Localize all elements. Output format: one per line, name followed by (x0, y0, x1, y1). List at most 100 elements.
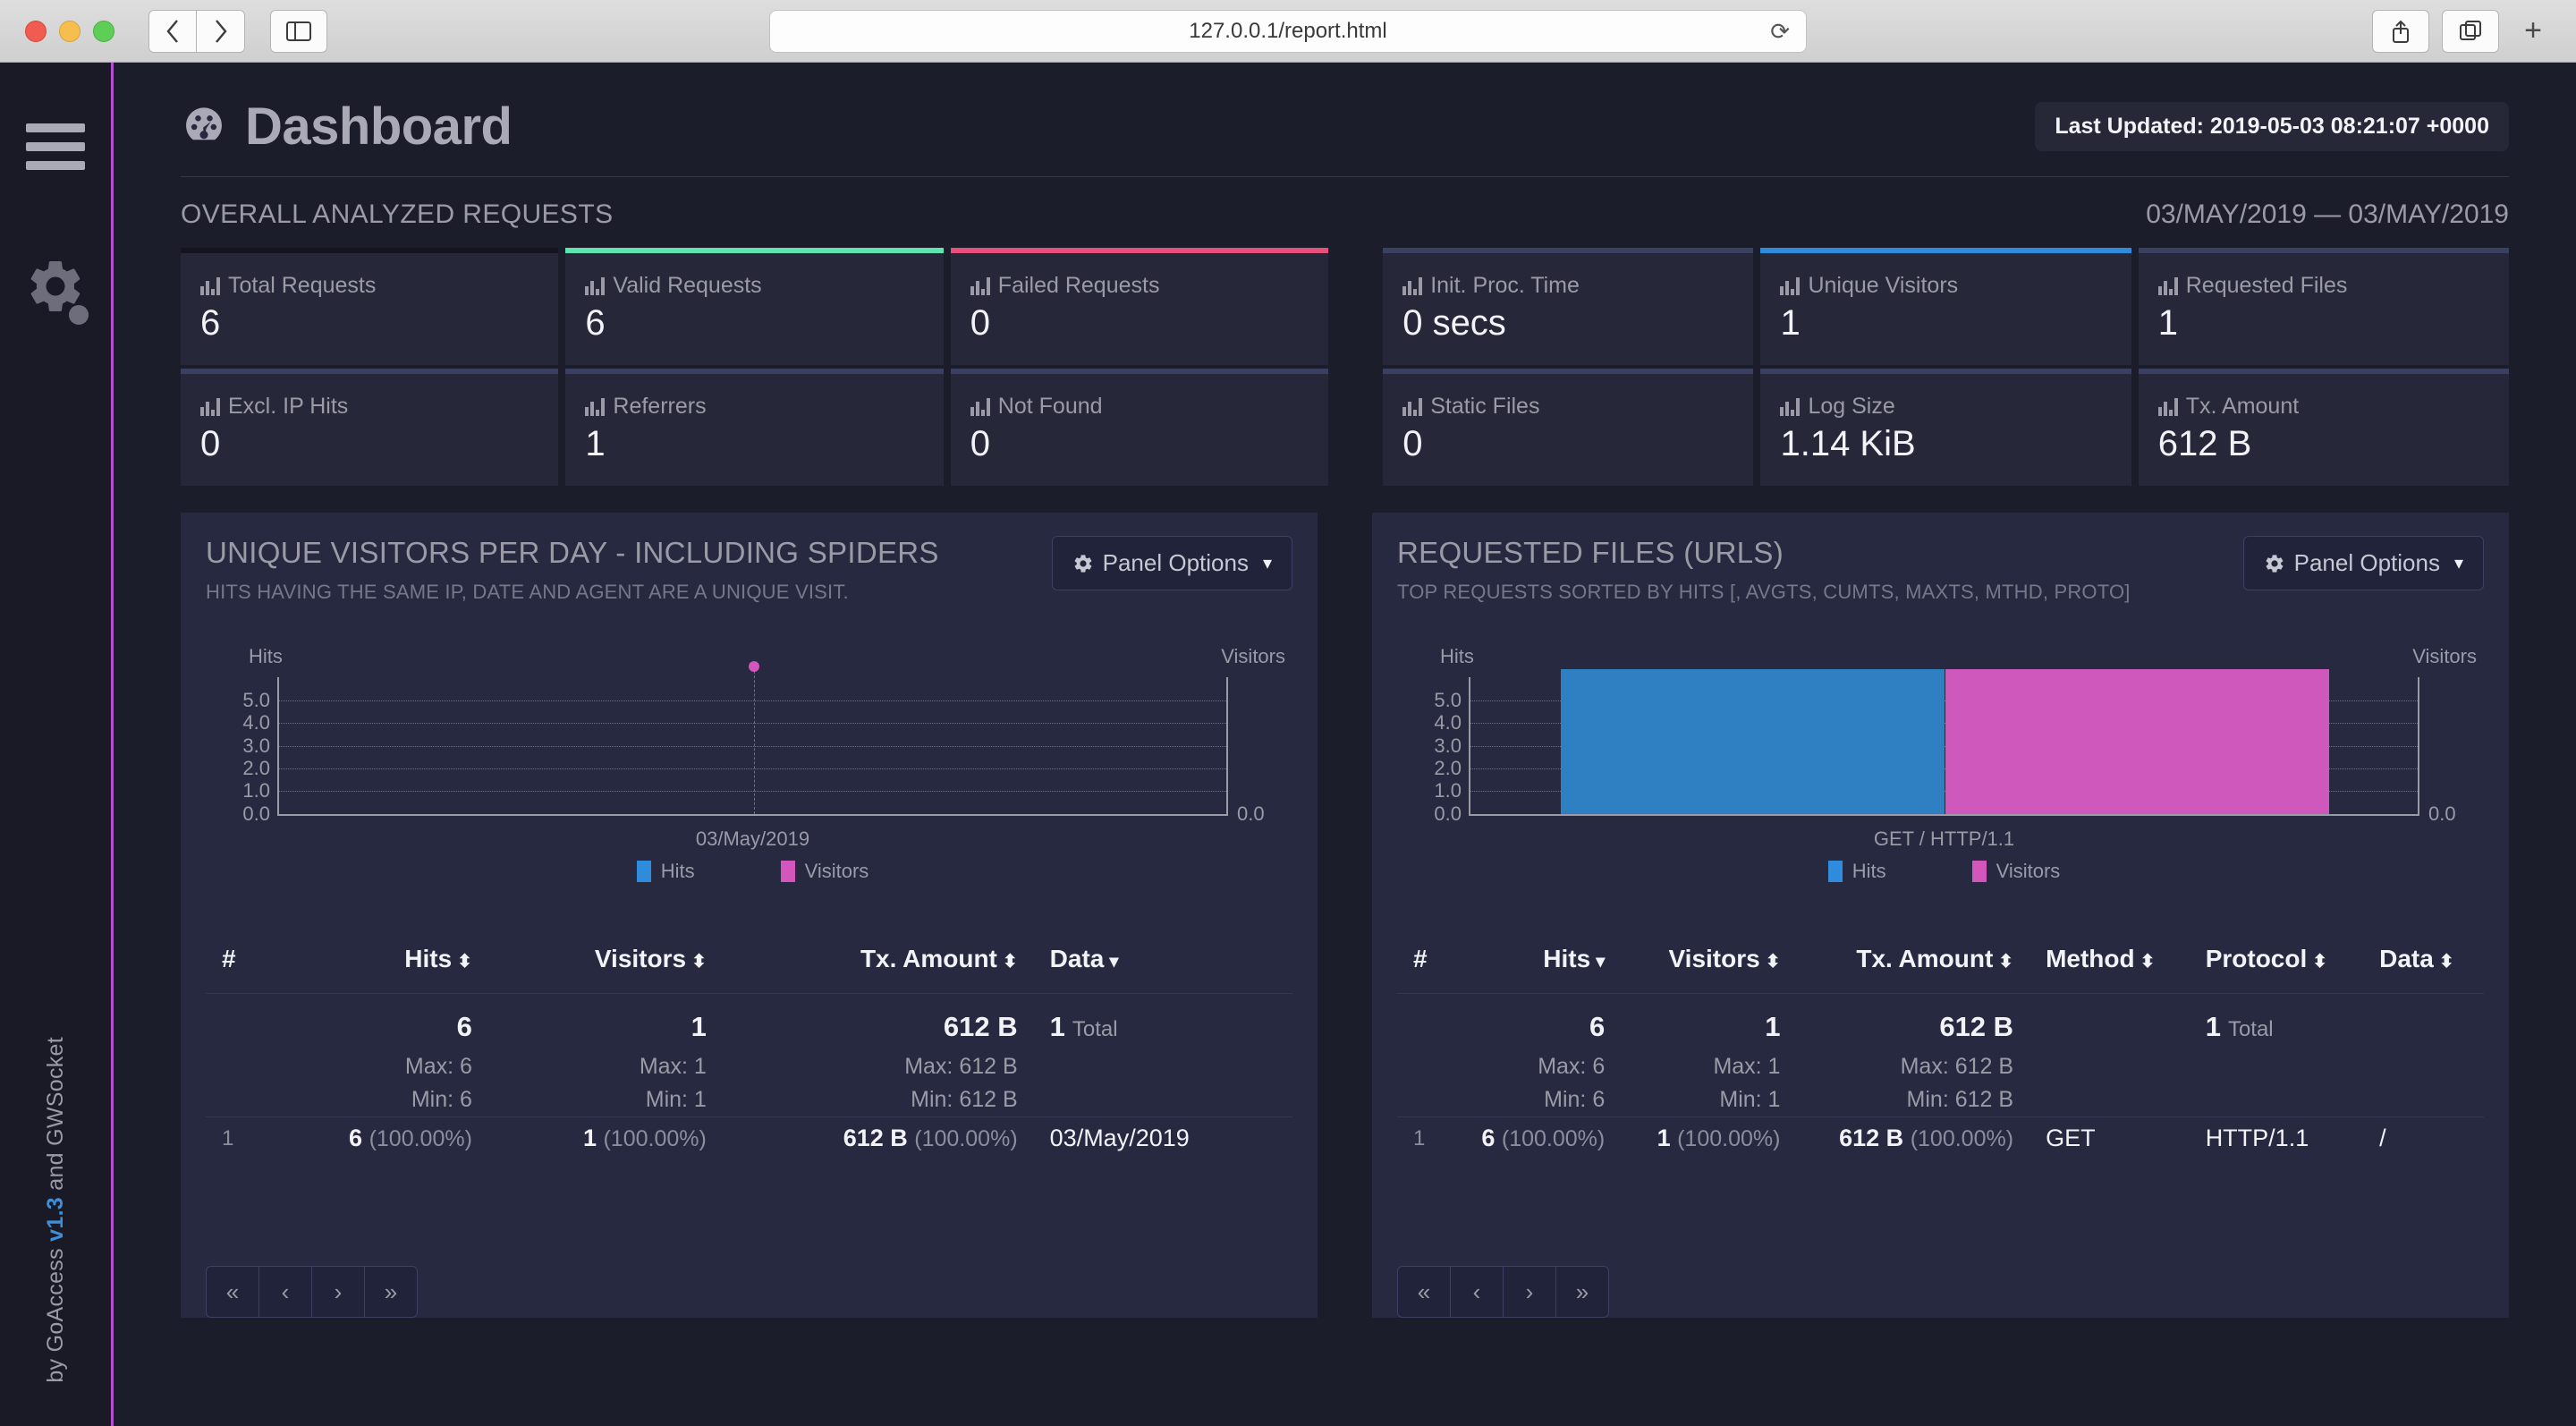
row-hits-value: 6 (349, 1125, 363, 1151)
stat-card-value: 0 secs (1402, 303, 1506, 343)
show-tabs-button[interactable] (2442, 9, 2499, 53)
bar-hits[interactable] (1560, 668, 1945, 814)
panel-options-button[interactable]: Panel Options ▾ (1051, 536, 1292, 590)
legend-item-hits[interactable]: Hits (1827, 860, 1886, 883)
address-bar[interactable]: 127.0.0.1/report.html ⟳ (769, 10, 1807, 53)
hamburger-menu-icon[interactable] (26, 123, 85, 170)
panel-options-label: Panel Options (1102, 549, 1249, 576)
dashboard-header: Dashboard Last Updated: 2019-05-03 08:21… (158, 63, 2531, 157)
col-data[interactable]: Data ⬍ (2363, 945, 2484, 994)
row-hits: 6 (100.00%) (1445, 1117, 1621, 1159)
overview-section-header: OVERALL ANALYZED REQUESTS 03/MAY/2019 — … (158, 177, 2531, 230)
stat-card-value: 1 (585, 424, 606, 463)
hamburger-bar (26, 123, 85, 132)
pager-last-button[interactable]: » (1555, 1266, 1609, 1318)
col-index[interactable]: # (1397, 945, 1445, 994)
col-tx-amount[interactable]: Tx. Amount ⬍ (1796, 945, 2029, 994)
stat-card-not-found: Not Found 0 (950, 369, 1329, 486)
minimize-window-button[interactable] (59, 20, 80, 42)
stat-card-label: Not Found (970, 394, 1309, 420)
pager-first-button[interactable]: « (1397, 1266, 1451, 1318)
pager-first-button[interactable]: « (206, 1266, 259, 1318)
bar-chart-icon (585, 397, 606, 416)
y-tick: 5.0 (1434, 688, 1462, 711)
col-protocol[interactable]: Protocol ⬍ (2190, 945, 2363, 994)
col-visitors[interactable]: Visitors ⬍ (488, 945, 723, 994)
col-hits-label: Hits (1543, 945, 1591, 972)
stat-card-requested-files: Requested Files 1 (2138, 248, 2509, 365)
stat-card-value: 1 (1780, 303, 1801, 343)
row-visitors-value: 1 (1657, 1125, 1671, 1151)
legend-label-hits: Hits (1852, 860, 1886, 882)
legend-item-visitors[interactable]: Visitors (780, 860, 869, 883)
row-tx: 612 B (100.00%) (1796, 1117, 2029, 1159)
y-tick: 4.0 (242, 710, 270, 734)
stat-card-label: Excl. IP Hits (200, 394, 538, 420)
table-requested-files: # Hits ▾ Visitors ⬍ Tx. Amount ⬍ Method ⬍ Pr… (1397, 945, 2484, 1159)
share-button[interactable] (2372, 9, 2429, 53)
col-tx-amount-label: Tx. Amount (1856, 945, 1994, 972)
row-index: 1 (1413, 1125, 1426, 1150)
summary-visitors-max: Max: 1 (1713, 1053, 1781, 1079)
bar-chart-icon (585, 276, 606, 295)
summary-visitors-min: Min: 1 (645, 1086, 707, 1112)
row-visitors-value: 1 (582, 1125, 597, 1151)
forward-button[interactable] (197, 9, 245, 53)
panel-options-button[interactable]: Panel Options ▾ (2242, 536, 2484, 590)
window-traffic-lights (25, 20, 114, 42)
url-text: 127.0.0.1/report.html (1189, 19, 1387, 43)
table-row[interactable]: 1 6 (100.00%) 1 (100.00%) 612 B (100.00%… (206, 1117, 1292, 1159)
y-tick: 2.0 (242, 757, 270, 779)
summary-hits-min: Min: 6 (1544, 1086, 1606, 1112)
bar-visitors[interactable] (1945, 668, 2330, 814)
pager-next-button[interactable]: › (311, 1266, 365, 1318)
summary-min-row: Min: 6 Min: 1 Min: 612 B (206, 1083, 1292, 1117)
settings-button[interactable] (24, 255, 89, 327)
pager-prev-button[interactable]: ‹ (1450, 1266, 1504, 1318)
summary-row: 6 1 612 B 1 Total (1397, 995, 2484, 1050)
last-updated-badge: Last Updated: 2019-05-03 08:21:07 +0000 (2035, 102, 2509, 151)
sort-icon: ▾ (1596, 952, 1606, 972)
close-window-button[interactable] (25, 20, 47, 42)
chart-y-axis-label: Hits (249, 645, 283, 667)
legend-swatch-visitors (780, 861, 795, 882)
stat-cards-left-group: Total Requests 6 Valid Requests 6 Failed Req… (181, 248, 1329, 486)
sort-icon: ⬍ (1765, 952, 1781, 972)
summary-hits: 6 (456, 1010, 472, 1042)
maximize-window-button[interactable] (93, 20, 114, 42)
new-tab-button[interactable]: + (2512, 13, 2555, 48)
visitors-datapoint[interactable] (748, 661, 759, 672)
col-hits[interactable]: Hits ⬍ (254, 945, 488, 994)
col-hits[interactable]: Hits ▾ (1445, 945, 1621, 994)
col-data-label: Data (1049, 945, 1105, 972)
reload-icon[interactable]: ⟳ (1770, 20, 1790, 43)
sidebar-toggle-button[interactable] (270, 9, 327, 53)
col-index[interactable]: # (206, 945, 254, 994)
panel-subtitle: TOP REQUESTS SORTED BY HITS [, AVGTS, CU… (1397, 581, 2131, 603)
pager-next-button[interactable]: › (1503, 1266, 1556, 1318)
back-button[interactable] (148, 9, 197, 53)
col-method[interactable]: Method ⬍ (2029, 945, 2190, 994)
col-tx-amount[interactable]: Tx. Amount ⬍ (723, 945, 1034, 994)
summary-tx: 612 B (943, 1010, 1018, 1042)
col-data[interactable]: Data ▾ (1034, 945, 1292, 994)
legend-item-visitors[interactable]: Visitors (1971, 860, 2060, 883)
legend-swatch-hits (636, 861, 651, 882)
legend-item-hits[interactable]: Hits (636, 860, 695, 883)
summary-visitors: 1 (1765, 1010, 1781, 1042)
col-visitors-label: Visitors (594, 945, 687, 972)
dashboard-title-text: Dashboard (245, 98, 513, 156)
pager-prev-button[interactable]: ‹ (258, 1266, 312, 1318)
pager-last-button[interactable]: » (364, 1266, 418, 1318)
table-row[interactable]: 1 6 (100.00%) 1 (100.00%) 612 B (100.00%… (1397, 1117, 2484, 1159)
share-icon (2393, 20, 2409, 43)
summary-tx-max: Max: 612 B (904, 1053, 1018, 1079)
page-title: Dashboard (181, 97, 513, 157)
col-method-label: Method (2046, 945, 2135, 972)
y2-tick: 0.0 (2428, 802, 2456, 825)
summary-tx: 612 B (1939, 1010, 2014, 1042)
stat-card-value: 0 (970, 303, 991, 343)
col-visitors[interactable]: Visitors ⬍ (1621, 945, 1796, 994)
table-header: # Hits ⬍ Visitors ⬍ Tx. Amount ⬍ Data ▾ (206, 945, 1292, 994)
chevron-right-icon (215, 19, 227, 43)
